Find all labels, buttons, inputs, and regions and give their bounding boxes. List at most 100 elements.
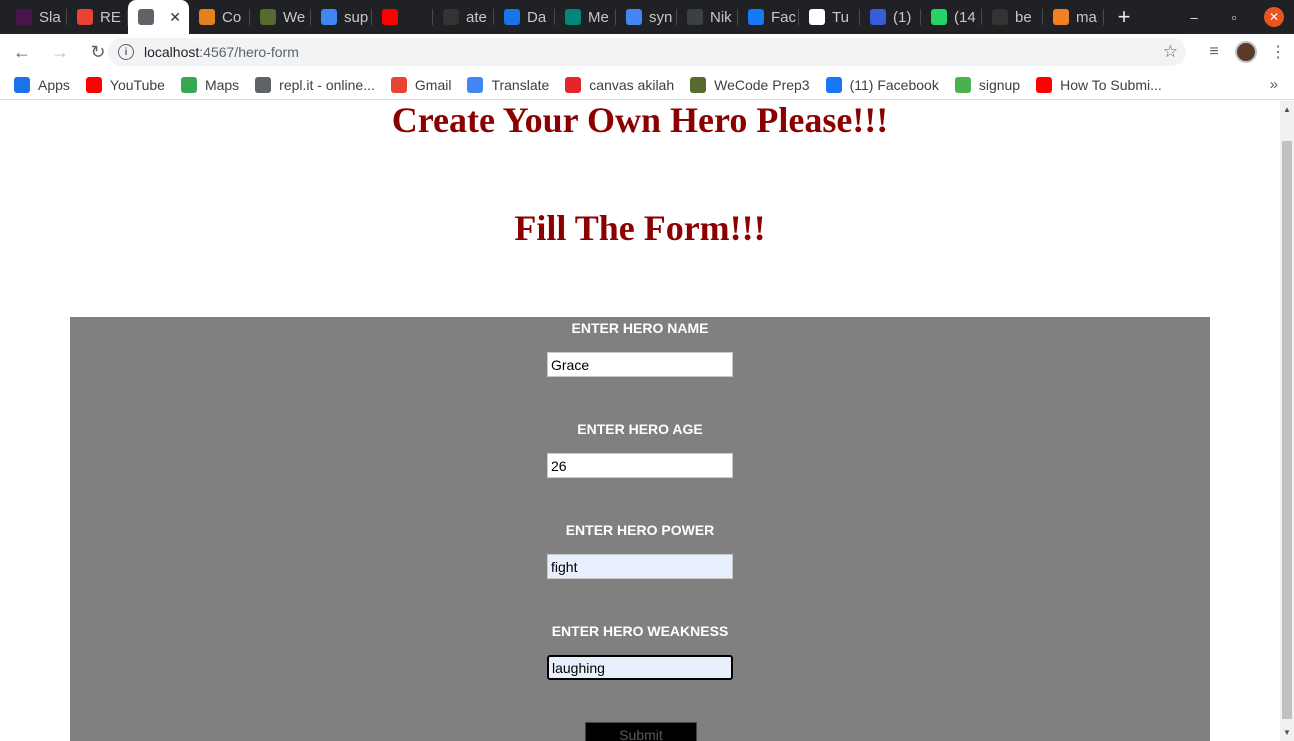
bookmark-item[interactable]: repl.it - online... bbox=[255, 76, 375, 93]
browser-toolbar: ← → ↻ i localhost:4567/hero-form ☆ ≡ ⋮ bbox=[0, 34, 1294, 70]
tab-label: RE bbox=[100, 8, 121, 26]
bookmark-star-icon[interactable]: ☆ bbox=[1163, 42, 1178, 62]
browser-tab[interactable]: We bbox=[250, 0, 311, 34]
wecode-icon bbox=[260, 9, 276, 25]
translate-icon bbox=[467, 76, 484, 93]
bookmark-item[interactable]: Maps bbox=[180, 76, 240, 93]
browser-tab[interactable]: (14 bbox=[921, 0, 982, 34]
hero-weakness-input[interactable] bbox=[547, 655, 733, 680]
youtube-icon bbox=[382, 9, 398, 25]
facebook-icon bbox=[748, 9, 764, 25]
calendar-icon bbox=[504, 9, 520, 25]
scroll-down-icon[interactable]: ▼ bbox=[1283, 728, 1291, 737]
browser-tab[interactable]: be bbox=[982, 0, 1043, 34]
browser-tab[interactable]: Fac bbox=[738, 0, 799, 34]
apps-grid-icon bbox=[14, 76, 30, 93]
globe-icon bbox=[138, 9, 154, 25]
info-icon[interactable]: i bbox=[118, 44, 134, 60]
tab-label: sup bbox=[344, 8, 369, 26]
tab-label: Sla bbox=[39, 8, 61, 26]
bookmark-label: signup bbox=[978, 76, 1021, 93]
bookmark-label: WeCode Prep3 bbox=[714, 76, 810, 93]
bookmark-label: Apps bbox=[38, 76, 70, 93]
whatsapp-icon bbox=[931, 9, 947, 25]
github-icon bbox=[443, 9, 459, 25]
tab-label: (14 bbox=[954, 8, 976, 26]
tab-label: Da bbox=[527, 8, 547, 26]
tab-label: (1) bbox=[893, 8, 912, 26]
back-button[interactable]: ← bbox=[6, 36, 38, 68]
maximize-button[interactable]: ▫ bbox=[1214, 0, 1254, 34]
more-bookmarks-button[interactable]: » bbox=[1270, 76, 1278, 93]
bookmark-label: How To Submi... bbox=[1060, 76, 1162, 93]
new-tab-button[interactable]: + bbox=[1108, 0, 1140, 34]
reload-icon: ↻ bbox=[90, 41, 106, 62]
browser-tab[interactable]: ✕ bbox=[128, 0, 189, 34]
browser-tab[interactable]: (1) bbox=[860, 0, 921, 34]
gmail-icon bbox=[390, 76, 407, 93]
tab-label: syn bbox=[649, 8, 673, 26]
bookmark-label: repl.it - online... bbox=[279, 76, 375, 93]
youtube-icon bbox=[1036, 76, 1053, 93]
address-bar[interactable]: i localhost:4567/hero-form ☆ bbox=[108, 38, 1186, 66]
url-host: localhost bbox=[144, 44, 200, 60]
bookmark-item[interactable]: Gmail bbox=[390, 76, 452, 93]
bookmark-item[interactable]: canvas akilah bbox=[565, 76, 674, 93]
tab-label: Nik bbox=[710, 8, 732, 26]
close-tab-icon[interactable]: ✕ bbox=[169, 9, 181, 26]
youtube-icon bbox=[85, 76, 102, 93]
bookmark-item[interactable]: signup bbox=[954, 76, 1021, 93]
hero-name-label: ENTER HERO NAME bbox=[571, 320, 709, 336]
tab-label: be bbox=[1015, 8, 1032, 26]
bookmarks-bar: Apps YouTube Maps repl.it - online... Gmail T… bbox=[0, 70, 1294, 100]
media-control-button[interactable]: ≡ bbox=[1198, 36, 1230, 68]
page-scrollbar[interactable]: ▲ ▼ bbox=[1280, 101, 1294, 741]
browser-tab[interactable]: Tu bbox=[799, 0, 860, 34]
tab-label: We bbox=[283, 8, 306, 26]
hero-age-input[interactable] bbox=[547, 453, 733, 478]
replit-icon bbox=[255, 76, 272, 93]
browser-tab[interactable]: Sla bbox=[6, 0, 67, 34]
bookmark-item[interactable]: Translate bbox=[467, 76, 549, 93]
browser-tab[interactable]: ate bbox=[433, 0, 494, 34]
url-text[interactable]: localhost:4567/hero-form bbox=[144, 44, 299, 60]
bookmark-item[interactable]: WeCode Prep3 bbox=[690, 76, 810, 93]
bookmark-label: Maps bbox=[204, 76, 240, 93]
arrow-left-icon: ← bbox=[13, 41, 31, 62]
tab-label: Tu bbox=[832, 8, 849, 26]
hero-name-input[interactable] bbox=[547, 352, 733, 377]
menu-button[interactable]: ⋮ bbox=[1262, 36, 1294, 68]
submit-button[interactable]: Submit bbox=[585, 722, 697, 741]
profile-button[interactable] bbox=[1230, 36, 1262, 68]
wecode-icon bbox=[690, 76, 707, 93]
signup-icon bbox=[954, 76, 971, 93]
browser-tab[interactable]: Nik bbox=[677, 0, 738, 34]
bookmark-label: Gmail bbox=[414, 76, 452, 93]
browser-tab[interactable]: ma bbox=[1043, 0, 1104, 34]
bookmark-item[interactable]: Apps bbox=[14, 76, 70, 93]
bookmark-label: (11) Facebook bbox=[849, 76, 939, 93]
browser-tab[interactable]: syn bbox=[616, 0, 677, 34]
scrollbar-thumb[interactable] bbox=[1282, 141, 1292, 719]
close-window-button[interactable]: ✕ bbox=[1254, 0, 1294, 34]
browser-tab[interactable]: Me bbox=[555, 0, 616, 34]
browser-tab[interactable]: Da bbox=[494, 0, 555, 34]
browser-tab[interactable]: RE bbox=[67, 0, 128, 34]
facebook-icon bbox=[825, 76, 842, 93]
scroll-up-icon[interactable]: ▲ bbox=[1283, 105, 1291, 114]
canvas-icon bbox=[565, 76, 582, 93]
page-title: Create Your Own Hero Please!!! bbox=[391, 101, 889, 140]
google-icon bbox=[626, 9, 642, 25]
avatar bbox=[1235, 41, 1257, 63]
bookmark-item[interactable]: (11) Facebook bbox=[825, 76, 939, 93]
browser-tab[interactable] bbox=[372, 0, 433, 34]
page-subtitle: Fill The Form!!! bbox=[514, 208, 766, 248]
minimize-button[interactable]: – bbox=[1174, 0, 1214, 34]
browser-tab[interactable]: Co bbox=[189, 0, 250, 34]
browser-tab[interactable]: sup bbox=[311, 0, 372, 34]
bookmark-item[interactable]: How To Submi... bbox=[1036, 76, 1162, 93]
bookmark-label: YouTube bbox=[109, 76, 165, 93]
hero-power-input[interactable] bbox=[547, 554, 733, 579]
forward-button[interactable]: → bbox=[44, 36, 76, 68]
bookmark-item[interactable]: YouTube bbox=[85, 76, 165, 93]
